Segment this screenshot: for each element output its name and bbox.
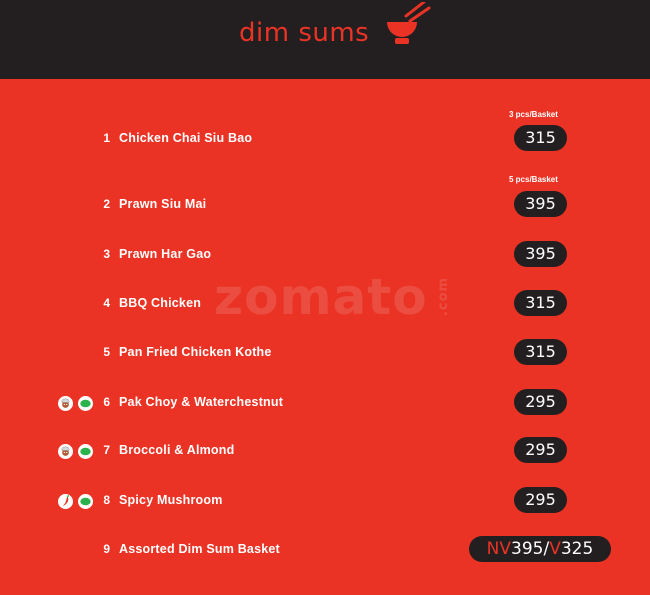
item-number: 9 [103, 542, 110, 556]
item-name: BBQ Chicken [119, 296, 202, 310]
item-name: Pak Choy & Waterchestnut [119, 395, 284, 409]
page-title: dim sums [239, 18, 370, 48]
item-number: 6 [103, 395, 110, 409]
price-badge: 395 [514, 241, 567, 267]
item-name: Chicken Chai Siu Bao [119, 131, 253, 145]
price-badge: 295 [514, 389, 567, 415]
serving-note: 3 pcs/Basket [509, 110, 558, 119]
chef-icon [58, 444, 73, 459]
menu-item: 2 Prawn Siu Mai 395 [0, 191, 650, 221]
bowl-chopsticks-icon [384, 0, 434, 48]
price-badge: 315 [514, 125, 567, 151]
item-name: Prawn Siu Mai [119, 197, 207, 211]
header-bar: dim sums [0, 0, 650, 79]
item-number: 7 [103, 443, 110, 457]
item-number: 4 [103, 296, 110, 310]
nonveg-price: 395 [511, 539, 544, 559]
price-badge: 315 [514, 339, 567, 365]
veg-icon [78, 444, 93, 459]
item-name: Spicy Mushroom [119, 493, 223, 507]
menu-item: 5 Pan Fried Chicken Kothe 315 [0, 339, 650, 369]
item-number: 2 [103, 197, 110, 211]
menu-item: 9 Assorted Dim Sum Basket NV395/V325 [0, 536, 650, 566]
veg-icon [78, 396, 93, 411]
veg-price: 325 [560, 539, 594, 559]
chili-icon [58, 494, 73, 509]
item-name: Prawn Har Gao [119, 247, 212, 261]
price-badge: 315 [514, 290, 567, 316]
menu-item: 4 BBQ Chicken 315 [0, 290, 650, 320]
price-badge: 395 [514, 191, 567, 217]
item-number: 1 [103, 131, 110, 145]
menu-item: 7 Broccoli & Almond 295 [0, 437, 650, 467]
combo-price-badge: NV395/V325 [469, 536, 611, 562]
menu-item: 6 Pak Choy & Waterchestnut 295 [0, 389, 650, 419]
menu-item: 8 Spicy Mushroom 295 [0, 487, 650, 517]
item-name: Assorted Dim Sum Basket [119, 542, 280, 556]
price-badge: 295 [514, 437, 567, 463]
item-number: 3 [103, 247, 110, 261]
item-number: 8 [103, 493, 110, 507]
nonveg-label: NV [486, 539, 512, 559]
menu-item: 1 Chicken Chai Siu Bao 315 [0, 125, 650, 155]
item-name: Broccoli & Almond [119, 443, 235, 457]
veg-label: V [549, 539, 561, 559]
price-badge: 295 [514, 487, 567, 513]
chef-icon [58, 396, 73, 411]
item-name: Pan Fried Chicken Kothe [119, 345, 272, 359]
serving-note: 5 pcs/Basket [509, 175, 558, 184]
menu-item: 3 Prawn Har Gao 395 [0, 241, 650, 271]
veg-icon [78, 494, 93, 509]
item-number: 5 [103, 345, 110, 359]
